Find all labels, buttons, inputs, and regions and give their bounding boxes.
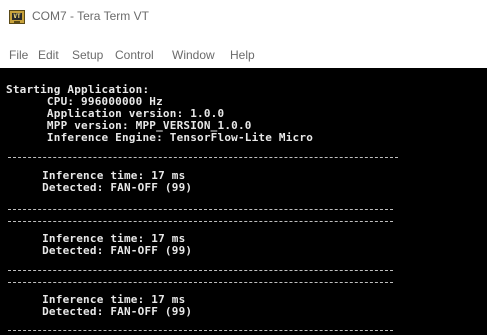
title-bar[interactable]: VT COM7 - Tera Term VT: [0, 0, 487, 36]
menu-window[interactable]: Window: [172, 48, 215, 62]
menu-help[interactable]: Help: [230, 48, 255, 62]
separator-line: [8, 209, 393, 210]
separator-line: [8, 270, 393, 271]
separator-line: [8, 157, 398, 158]
app-icon-stand: [14, 21, 20, 23]
window-title: COM7 - Tera Term VT: [32, 9, 149, 23]
menu-bar: File Edit Setup Control Window Help: [0, 36, 487, 68]
terminal-line: Inference Engine: TensorFlow-Lite Micro: [6, 131, 314, 144]
detected-line: Detected: FAN-OFF (99): [8, 244, 193, 257]
menu-setup[interactable]: Setup: [72, 48, 103, 62]
detected-line: Detected: FAN-OFF (99): [8, 305, 193, 318]
tera-term-window: VT COM7 - Tera Term VT File Edit Setup C…: [0, 0, 487, 335]
separator-line: [8, 330, 393, 331]
terminal-screen[interactable]: Starting Application: CPU: 996000000 Hz …: [0, 68, 487, 335]
separator-line: [8, 221, 393, 222]
tera-term-icon[interactable]: VT: [9, 10, 25, 24]
menu-edit[interactable]: Edit: [38, 48, 59, 62]
app-icon-text: VT: [12, 13, 22, 20]
menu-file[interactable]: File: [9, 48, 28, 62]
detected-line: Detected: FAN-OFF (99): [8, 181, 193, 194]
menu-control[interactable]: Control: [115, 48, 154, 62]
separator-line: [8, 282, 393, 283]
